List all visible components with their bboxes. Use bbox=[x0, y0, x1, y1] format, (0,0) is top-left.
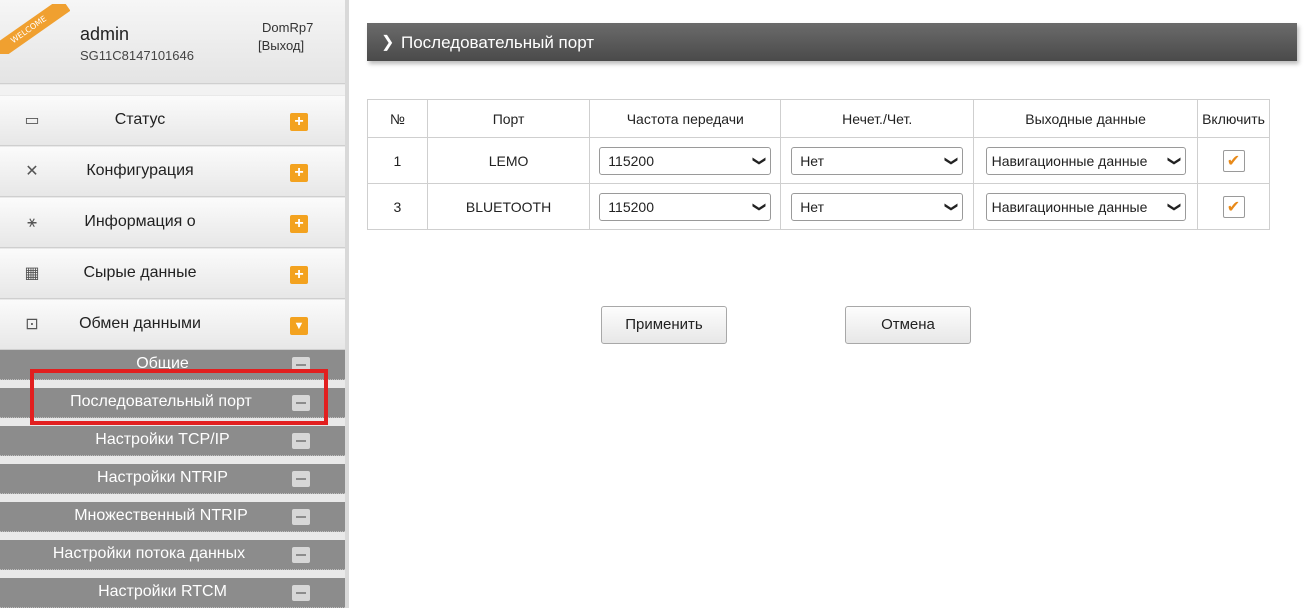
menu-item-label: Информация о bbox=[84, 213, 196, 230]
chevron-down-icon: ❯ bbox=[1166, 201, 1182, 212]
chevron-down-icon: ❯ bbox=[751, 201, 767, 212]
submenu-item-tcpip[interactable]: Настройки TCP/IP bbox=[0, 426, 345, 456]
menu-item-status[interactable]: ▭ Статус + bbox=[0, 96, 345, 146]
column-header: Включить bbox=[1197, 99, 1270, 138]
minus-icon bbox=[292, 471, 310, 487]
user-panel: WELCOME admin SG11C8147101646 DomRp7 [Вы… bbox=[0, 0, 345, 84]
collapse-arrow-icon[interactable]: ▼ bbox=[290, 317, 308, 335]
menu-item-configuration[interactable]: ✕ Конфигурация + bbox=[0, 147, 345, 197]
table-header-row: № Порт Частота передачи Нечет./Чет. Выхо… bbox=[367, 99, 1270, 138]
expand-plus-icon[interactable]: + bbox=[290, 266, 308, 284]
menu-item-info[interactable]: ⚹ Информация о + bbox=[0, 198, 345, 248]
parity-cell: Нет ❯ bbox=[780, 183, 975, 230]
sidebar: WELCOME admin SG11C8147101646 DomRp7 [Вы… bbox=[0, 0, 345, 608]
page-title: Последовательный порт bbox=[401, 33, 595, 52]
cancel-button[interactable]: Отмена bbox=[845, 306, 971, 344]
submenu-item-label: Настройки RTCM bbox=[98, 583, 227, 600]
sidebar-separator bbox=[0, 85, 345, 95]
table-row: 3 BLUETOOTH 115200 ❯ Нет ❯ Навигационные д… bbox=[367, 183, 1270, 230]
column-header: Нечет./Чет. bbox=[780, 99, 975, 138]
output-data-select[interactable]: Навигационные данные ❯ bbox=[985, 146, 1186, 175]
select-value: Нет bbox=[800, 198, 825, 215]
submenu-item-label: Множественный NTRIP bbox=[74, 507, 248, 524]
port-name: LEMO bbox=[426, 137, 591, 184]
chevron-down-icon: ❯ bbox=[751, 155, 767, 166]
parity-cell: Нет ❯ bbox=[780, 137, 975, 184]
minus-icon bbox=[292, 547, 310, 563]
logout-link[interactable]: [Выход] bbox=[258, 38, 304, 53]
expand-plus-icon[interactable]: + bbox=[290, 164, 308, 182]
minus-icon bbox=[292, 509, 310, 525]
row-number: 3 bbox=[367, 183, 428, 230]
parity-select[interactable]: Нет ❯ bbox=[791, 146, 964, 175]
parity-select[interactable]: Нет ❯ bbox=[791, 192, 964, 221]
enable-checkbox[interactable]: ✔ bbox=[1222, 149, 1245, 172]
enable-cell: ✔ bbox=[1197, 137, 1270, 184]
baud-cell: 115200 ❯ bbox=[589, 137, 782, 184]
menu-item-label: Статус bbox=[114, 111, 166, 128]
menu-item-label: Обмен данными bbox=[79, 315, 201, 332]
menu-item-raw-data[interactable]: ▦ Сырые данные + bbox=[0, 249, 345, 299]
panel-divider bbox=[345, 0, 349, 608]
submenu-item-rtcm[interactable]: Настройки RTCM bbox=[0, 578, 345, 608]
select-value: 115200 bbox=[608, 152, 654, 169]
apply-button[interactable]: Применить bbox=[601, 306, 727, 344]
welcome-ribbon: WELCOME bbox=[0, 4, 70, 54]
select-value: Навигационные данные bbox=[991, 198, 1148, 215]
submenu-item-label: Настройки потока данных bbox=[52, 545, 246, 562]
column-header: Частота передачи bbox=[589, 99, 782, 138]
select-value: Нет bbox=[800, 152, 825, 169]
enable-cell: ✔ bbox=[1197, 183, 1270, 230]
chevron-right-icon: ❯ bbox=[381, 34, 395, 51]
chevron-down-icon: ❯ bbox=[1166, 155, 1182, 166]
minus-icon bbox=[292, 585, 310, 601]
enable-checkbox[interactable]: ✔ bbox=[1222, 195, 1245, 218]
serial-number: SG11C8147101646 bbox=[80, 48, 194, 63]
output-cell: Навигационные данные ❯ bbox=[973, 137, 1199, 184]
select-value: 115200 bbox=[608, 198, 654, 215]
device-name: DomRp7 bbox=[262, 20, 314, 35]
row-number: 1 bbox=[367, 137, 428, 184]
submenu-item-label: Настройки NTRIP bbox=[97, 469, 228, 486]
menu-item-label: Конфигурация bbox=[86, 162, 194, 179]
username: admin bbox=[80, 24, 130, 44]
expand-plus-icon[interactable]: + bbox=[290, 215, 308, 233]
expand-plus-icon[interactable]: + bbox=[290, 113, 308, 131]
column-header: Выходные данные bbox=[973, 99, 1199, 138]
port-name: BLUETOOTH bbox=[426, 183, 591, 230]
serial-port-table: № Порт Частота передачи Нечет./Чет. Выхо… bbox=[367, 99, 1270, 230]
submenu-item-label: Настройки TCP/IP bbox=[95, 431, 230, 448]
highlight-box bbox=[30, 369, 328, 425]
baud-cell: 115200 ❯ bbox=[589, 183, 782, 230]
baud-rate-select[interactable]: 115200 ❯ bbox=[599, 192, 772, 221]
column-header: № bbox=[367, 99, 428, 138]
submenu-item-ntrip[interactable]: Настройки NTRIP bbox=[0, 464, 345, 494]
submenu-item-data-stream[interactable]: Настройки потока данных bbox=[0, 540, 345, 570]
table-row: 1 LEMO 115200 ❯ Нет ❯ Навигационные данные… bbox=[367, 137, 1270, 184]
output-cell: Навигационные данные ❯ bbox=[973, 183, 1199, 230]
chevron-down-icon: ❯ bbox=[943, 155, 959, 166]
chevron-down-icon: ❯ bbox=[943, 201, 959, 212]
baud-rate-select[interactable]: 115200 ❯ bbox=[599, 146, 772, 175]
column-header: Порт bbox=[426, 99, 591, 138]
select-value: Навигационные данные bbox=[991, 152, 1148, 169]
page-title-bar: ❯ Последовательный порт bbox=[367, 23, 1297, 61]
minus-icon bbox=[292, 433, 310, 449]
submenu-item-multi-ntrip[interactable]: Множественный NTRIP bbox=[0, 502, 345, 532]
output-data-select[interactable]: Навигационные данные ❯ bbox=[985, 192, 1186, 221]
menu-item-data-exchange[interactable]: ⊡ Обмен данными ▼ bbox=[0, 300, 345, 350]
menu-item-label: Сырые данные bbox=[83, 264, 197, 281]
